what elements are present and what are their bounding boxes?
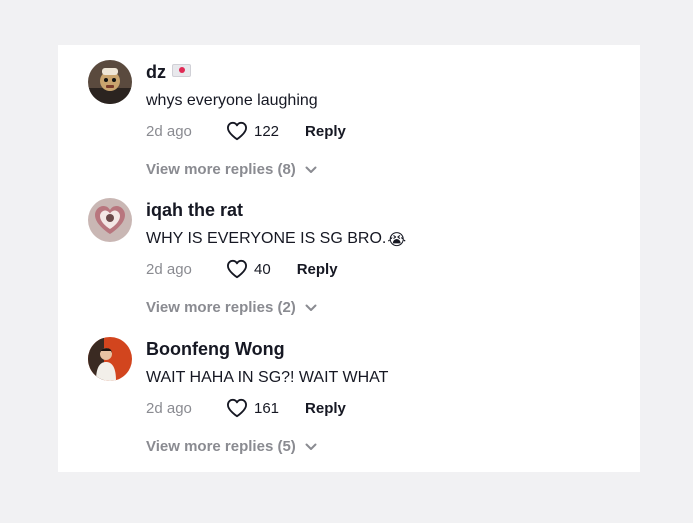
view-more-replies[interactable]: View more replies (5) (146, 438, 317, 455)
crying-emoji: 😭 (387, 232, 407, 249)
chevron-down-icon[interactable] (305, 166, 317, 174)
comments-panel: dz whys everyone laughing 2d ago 122 Rep… (58, 45, 640, 472)
view-more-replies[interactable]: View more replies (2) (146, 299, 317, 316)
avatar[interactable] (88, 60, 132, 104)
comment-meta: 2d ago 122 Reply (146, 120, 346, 142)
reply-button[interactable]: Reply (297, 261, 338, 278)
username[interactable]: Boonfeng Wong (146, 339, 285, 360)
avatar[interactable] (88, 198, 132, 242)
comment-text: whys everyone laughing (146, 92, 318, 109)
like-count: 122 (254, 122, 280, 140)
comment-text: WHY IS EVERYONE IS SG BRO.😭 (146, 230, 407, 249)
timestamp: 2d ago (146, 122, 192, 140)
like-button[interactable]: 161 (226, 398, 279, 418)
timestamp: 2d ago (146, 260, 192, 278)
username[interactable]: dz (146, 62, 191, 83)
username[interactable]: iqah the rat (146, 200, 243, 221)
chevron-down-icon[interactable] (305, 443, 317, 451)
view-more-replies[interactable]: View more replies (8) (146, 161, 317, 178)
comment-meta: 2d ago 40 Reply (146, 258, 338, 280)
like-count: 40 (254, 260, 271, 278)
heart-outline-icon[interactable] (226, 398, 248, 418)
like-count: 161 (254, 399, 280, 417)
comment-text: WAIT HAHA IN SG?! WAIT WHAT (146, 369, 389, 386)
heart-outline-icon[interactable] (226, 121, 248, 141)
chevron-down-icon[interactable] (305, 304, 317, 312)
like-button[interactable]: 40 (226, 259, 271, 279)
comment-meta: 2d ago 161 Reply (146, 397, 346, 419)
flag-icon (172, 64, 191, 77)
like-button[interactable]: 122 (226, 121, 279, 141)
reply-button[interactable]: Reply (305, 123, 346, 140)
reply-button[interactable]: Reply (305, 400, 346, 417)
heart-outline-icon[interactable] (226, 259, 248, 279)
timestamp: 2d ago (146, 399, 192, 417)
avatar[interactable] (88, 337, 132, 381)
